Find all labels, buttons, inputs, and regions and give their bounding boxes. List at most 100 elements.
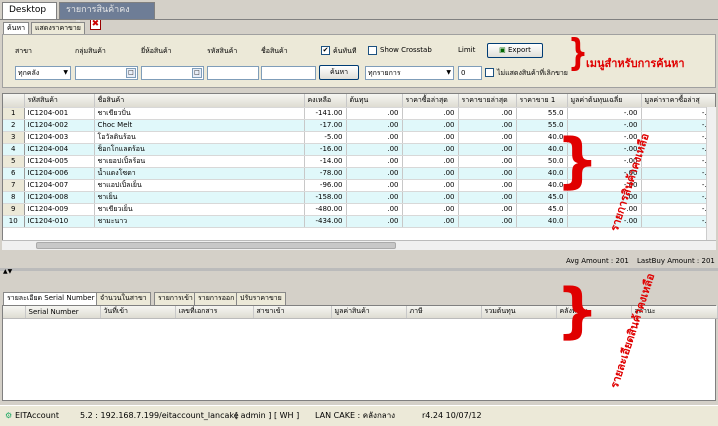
table-cell: .00	[346, 143, 403, 156]
status-server: 5.2 : 192.168.7.199/eitaccount_lancake	[80, 411, 239, 420]
branch-select[interactable]: ทุกคลัง	[15, 66, 71, 80]
table-cell: -.00	[641, 143, 715, 156]
table-cell: .00	[458, 191, 517, 204]
column-header[interactable]: ราคาซื้อล่าสุด	[402, 94, 459, 108]
serial-table: Serial Number วันที่เข้า เลขที่เอกสาร สาขาเ…	[3, 306, 718, 319]
row-number: 5	[3, 155, 25, 168]
bottom-tab[interactable]: รายการเข้า	[154, 292, 197, 305]
hide-discontinued-label: ไม่แสดงสินค้าที่เลิกขาย	[497, 69, 568, 77]
table-cell: .00	[402, 155, 459, 168]
close-icon[interactable]: ✖	[89, 19, 101, 30]
hide-discontinued-checkbox[interactable]	[485, 68, 494, 77]
serial-column-header[interactable]: สาขาเข้า	[253, 306, 332, 319]
bottom-tab[interactable]: รายการออก	[194, 292, 239, 305]
table-cell: -.00	[641, 167, 715, 180]
serial-column-header[interactable]: เลขที่เอกสาร	[175, 306, 254, 319]
brand-label: ยี่ห้อสินค้า	[141, 47, 172, 55]
table-cell: .00	[346, 203, 403, 216]
table-cell: .00	[346, 167, 403, 180]
lookup-icon[interactable]: □	[192, 68, 202, 78]
table-cell: -78.00	[304, 167, 347, 180]
table-row[interactable]: 3 IC1204-003 โอวัลตินร้อน -5.00.00.00.00 40.…	[3, 131, 715, 144]
table-cell: IC1204-003	[24, 131, 95, 144]
serial-grid[interactable]: Serial Number วันที่เข้า เลขที่เอกสาร สาขาเ…	[2, 305, 718, 401]
row-number: 2	[3, 119, 25, 132]
table-cell: .00	[458, 131, 517, 144]
bottom-tab[interactable]: ปรับราคาขาย	[236, 292, 286, 305]
name-input[interactable]	[261, 66, 316, 80]
row-number: 6	[3, 167, 25, 180]
table-cell: .00	[346, 119, 403, 132]
table-cell: -5.00	[304, 131, 347, 144]
table-row[interactable]: 2 IC1204-002 Choc Melt -17.00.00.00.00 55.0-…	[3, 119, 715, 132]
items-select[interactable]: ทุกรายการ	[365, 66, 454, 80]
app-icon: ⚙	[5, 411, 13, 420]
group-input[interactable]: □	[75, 66, 138, 80]
column-header[interactable]: ราคาขายล่าสุด	[458, 94, 517, 108]
instant-checkbox[interactable]: ✔	[321, 46, 330, 55]
row-number: 7	[3, 179, 25, 192]
table-cell: .00	[458, 155, 517, 168]
subtab-search-label: ค้นหา	[7, 24, 26, 32]
table-cell: -.00	[641, 179, 715, 192]
splitter-arrows-icon[interactable]: ▲▼	[3, 268, 12, 275]
crosstab-checkbox[interactable]	[368, 46, 377, 55]
table-row[interactable]: 4 IC1204-004 ช็อกโกแลตร้อน -16.00.00.00.00 4…	[3, 143, 715, 156]
table-row[interactable]: 8 IC1204-008 ชาเย็น -158.00.00.00.00 45.0 -.0…	[3, 191, 715, 204]
table-cell: .00	[458, 179, 517, 192]
tab-stock-report[interactable]: รายการสินค้าคงเหลือ✖	[59, 2, 155, 30]
table-cell: IC1204-004	[24, 143, 95, 156]
export-button[interactable]: ▣ Export	[487, 43, 543, 58]
subtab-price-label: แสดงราคาขาย	[35, 24, 81, 32]
brand-input[interactable]: □	[141, 66, 204, 80]
vertical-scrollbar[interactable]	[706, 107, 716, 240]
row-number: 9	[3, 203, 25, 216]
column-header[interactable]: มูลค่าราคาซื้อล่าสุ	[641, 94, 715, 108]
table-row[interactable]: 5 IC1204-005 ชาเยอปเปิ้ลร้อน -14.00.00.00.0…	[3, 155, 715, 168]
code-input[interactable]	[207, 66, 259, 80]
column-header[interactable]: คงเหลือ	[304, 94, 347, 108]
serial-column-header[interactable]: ภาษี	[406, 306, 482, 319]
table-cell: .00	[402, 191, 459, 204]
table-cell: .00	[402, 119, 459, 132]
table-cell: IC1204-010	[24, 215, 95, 228]
search-button[interactable]: ค้นหา	[319, 65, 359, 80]
table-cell: -14.00	[304, 155, 347, 168]
table-cell: ช็อกโกแลตร้อน	[94, 143, 305, 156]
table-cell: -.00	[641, 107, 715, 120]
serial-column-header[interactable]: รวมต้นทุน	[481, 306, 557, 319]
annotation-brace-detail: }	[556, 276, 599, 346]
table-row[interactable]: 7 IC1204-007 ชาแอปเปิ้ลเย็น -96.00.00.00.00…	[3, 179, 715, 192]
column-header[interactable]: ต้นทุน	[346, 94, 403, 108]
serial-column-header[interactable]: มูลค่าสินค้า	[331, 306, 407, 319]
table-cell: -16.00	[304, 143, 347, 156]
lookup-icon[interactable]: □	[126, 68, 136, 78]
row-number: 10	[3, 215, 25, 228]
column-header[interactable]: ชื่อสินค้า	[94, 94, 305, 108]
table-row[interactable]: 6 IC1204-006 น้ำแดงโซดา -78.00.00.00.00 40.0…	[3, 167, 715, 180]
limit-input[interactable]: 0	[458, 66, 482, 80]
table-cell: ชาเขียวเย็น	[94, 203, 305, 216]
serial-column-header[interactable]: วันที่เข้า	[100, 306, 176, 319]
branch-label: สาขา	[15, 47, 32, 55]
splitter[interactable]	[0, 268, 718, 271]
bottom-tab[interactable]: จำนวนในสาขา	[96, 292, 151, 305]
tab-desktop[interactable]: Desktop	[2, 2, 57, 19]
serial-column-header[interactable]: Serial Number	[25, 306, 101, 319]
table-cell: .00	[402, 167, 459, 180]
bottom-tab[interactable]: รายละเอียด Serial Number	[3, 292, 99, 305]
status-app: EITAccount	[15, 411, 59, 420]
table-cell: .00	[346, 179, 403, 192]
row-number: 8	[3, 191, 25, 204]
table-cell: .00	[458, 107, 517, 120]
table-cell: -96.00	[304, 179, 347, 192]
export-icon: ▣	[499, 46, 508, 54]
column-header[interactable]: รหัสสินค้า	[24, 94, 95, 108]
table-cell: IC1204-006	[24, 167, 95, 180]
tab-desktop-label: Desktop	[9, 5, 47, 15]
tab-divider	[0, 19, 718, 20]
table-cell: .00	[458, 203, 517, 216]
table-row[interactable]: 1 IC1204-001 ชาเขียวปั่น -141.00.00.00.00 55…	[3, 107, 715, 120]
scroll-thumb[interactable]	[36, 242, 396, 249]
horizontal-scrollbar[interactable]	[2, 240, 716, 250]
